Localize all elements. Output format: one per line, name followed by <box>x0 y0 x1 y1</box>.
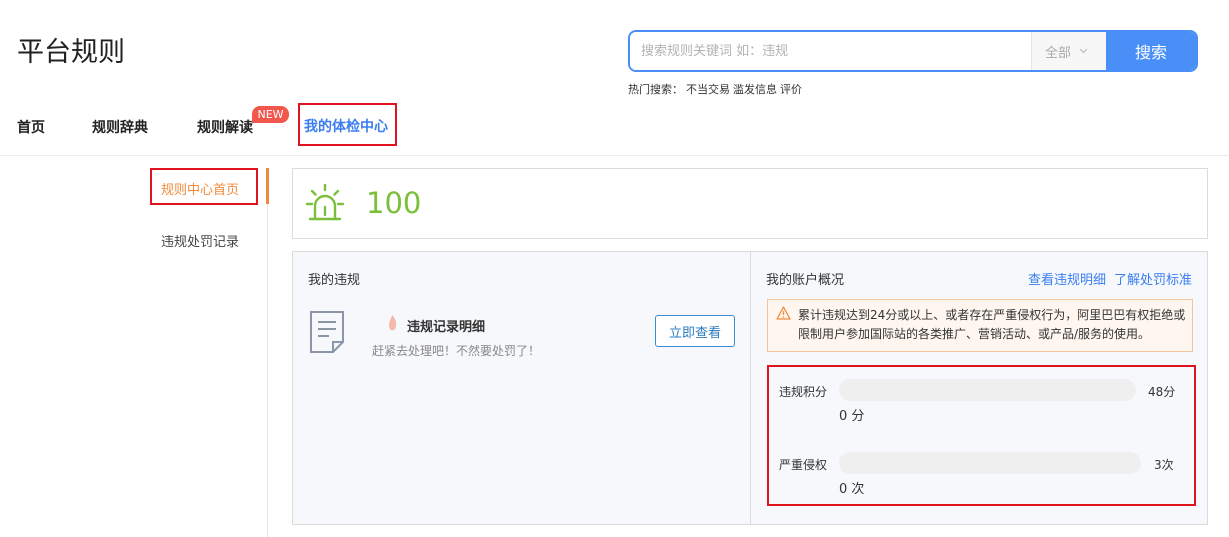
health-score: 100 <box>366 186 422 220</box>
search-input[interactable] <box>630 32 1031 70</box>
serious-infringement-value: 0 次 <box>839 482 865 497</box>
search-scope-label: 全部 <box>1045 45 1072 61</box>
search-bar: 全部 搜索 <box>628 30 1198 72</box>
new-badge: NEW <box>252 106 289 123</box>
hot-searches: 热门搜索： 不当交易 滥发信息 评价 <box>628 81 802 97</box>
violation-record-subtitle: 赶紧去处理吧！不然要处罚了！ <box>372 344 541 358</box>
violation-points-bar <box>839 379 1136 401</box>
serious-infringement-max: 3次 <box>1154 458 1174 472</box>
stat-label-violation-points: 违规积分 <box>779 385 828 399</box>
hot-search-link[interactable]: 评价 <box>780 81 802 97</box>
account-stats: 违规积分 48分 0 分 严重侵权 3次 0 次 <box>767 365 1196 506</box>
sidebar-divider <box>267 168 268 537</box>
nav-home[interactable]: 首页 <box>17 117 45 137</box>
sidebar-item-rule-center-home[interactable]: 规则中心首页 <box>150 168 258 205</box>
hot-search-link[interactable]: 不当交易 <box>686 81 730 97</box>
my-violations-title: 我的违规 <box>308 273 361 288</box>
violation-record-title: 违规记录明细 <box>407 320 486 335</box>
nav-rule-dictionary[interactable]: 规则辞典 <box>92 117 148 137</box>
document-icon <box>310 311 344 353</box>
violation-points-max: 48分 <box>1148 385 1176 399</box>
warning-notice: 累计违规达到24分或以上、或者存在严重侵权行为，阿里巴巴有权拒绝或限制用户参加国… <box>767 299 1193 352</box>
view-violation-details-link[interactable]: 查看违规明细 <box>1028 269 1106 288</box>
flame-icon <box>388 315 397 331</box>
account-links: 查看违规明细 了解处罚标准 <box>1028 269 1192 288</box>
search-scope-select[interactable]: 全部 <box>1031 32 1106 70</box>
column-divider <box>750 252 751 524</box>
sidebar-item-label: 规则中心首页 <box>161 183 240 198</box>
nav-rule-interpretation[interactable]: 规则解读 <box>197 117 253 137</box>
hot-search-link[interactable]: 滥发信息 <box>733 81 777 97</box>
main-nav <box>0 104 1229 154</box>
stat-label-serious-infringement: 严重侵权 <box>779 458 828 472</box>
nav-health-center-label: 我的体检中心 <box>304 119 388 135</box>
warning-text: 累计违规达到24分或以上、或者存在严重侵权行为，阿里巴巴有权拒绝或限制用户参加国… <box>798 308 1186 341</box>
account-overview-title: 我的账户概况 <box>766 273 845 288</box>
chevron-down-icon <box>1079 48 1088 54</box>
warning-icon <box>776 306 791 320</box>
sidebar-item-penalty-records[interactable]: 违规处罚记录 <box>161 231 239 250</box>
hot-search-label: 热门搜索： <box>628 83 683 96</box>
health-score-panel: 100 <box>292 168 1208 239</box>
alarm-light-icon <box>305 183 345 221</box>
serious-infringement-bar <box>839 452 1141 474</box>
view-now-button[interactable]: 立即查看 <box>655 315 735 347</box>
penalty-standard-link[interactable]: 了解处罚标准 <box>1114 269 1192 288</box>
violation-points-value: 0 分 <box>839 409 865 424</box>
overview-panel: 我的违规 违规记录明细 赶紧去处理吧！不然要处罚了！ 立即查看 我的账户概况 查… <box>292 251 1208 525</box>
page-title: 平台规则 <box>17 37 125 68</box>
sidebar-active-marker <box>266 168 269 204</box>
search-button[interactable]: 搜索 <box>1106 32 1196 70</box>
nav-health-center[interactable]: 我的体检中心 <box>298 103 397 146</box>
header-divider <box>0 155 1229 156</box>
